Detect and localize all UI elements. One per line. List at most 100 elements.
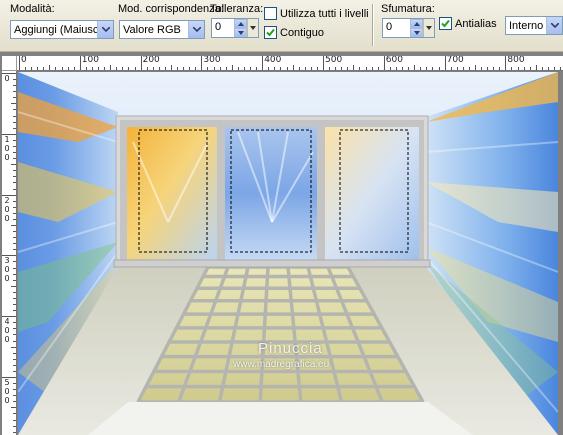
ruler-tick [61, 67, 63, 70]
ruler-tick [91, 67, 93, 70]
mode-dropdown[interactable]: Aggiungi (Maiusc) [10, 20, 114, 39]
tolerance-stepper[interactable] [234, 19, 247, 37]
ruler-tick [116, 67, 118, 70]
ruler-tick [13, 200, 16, 202]
ruler-tick [13, 334, 16, 336]
ruler-tick [231, 65, 233, 70]
ruler-tick [164, 67, 166, 70]
checkbox-box[interactable] [439, 17, 452, 30]
ruler-tick [511, 67, 513, 70]
ruler-tick [13, 304, 16, 306]
ruler-label: 5 [4, 378, 10, 387]
ruler-tick [13, 145, 16, 147]
ruler-tick [11, 407, 16, 409]
ruler-tick [341, 67, 343, 70]
chevron-down-icon[interactable] [188, 21, 204, 38]
ruler-tick [456, 67, 458, 70]
chevron-down-icon[interactable] [546, 17, 562, 34]
ruler-tick [13, 370, 16, 372]
ruler-tick [329, 67, 331, 70]
antialias-checkbox[interactable]: Antialias [439, 17, 497, 30]
ruler-tick [183, 67, 185, 70]
tolerance-slider-button[interactable] [247, 19, 258, 37]
ruler-tick [414, 65, 416, 70]
ruler-label: 0 [21, 56, 27, 65]
ruler-tick [13, 182, 16, 184]
use-all-layers-label: Utilizza tutti i livelli [280, 7, 369, 20]
ruler-tick [475, 65, 476, 70]
ruler-tick [13, 249, 16, 251]
ruler-tick [13, 97, 16, 99]
ruler-tick [560, 67, 562, 70]
ruler-tick [426, 67, 428, 70]
ruler-tick [316, 67, 318, 70]
ruler-label: 0 [4, 387, 10, 396]
arrow-up-icon[interactable] [234, 19, 247, 28]
ruler-tick [554, 67, 556, 70]
match-mode-dropdown[interactable]: Valore RGB [119, 20, 205, 39]
ruler-tick [13, 401, 16, 403]
tolerance-group: Tolleranza: [210, 3, 263, 16]
ruler-tick [225, 67, 227, 70]
horizontal-ruler[interactable]: 0 100 200 300 400 500 600 700 800 [17, 56, 563, 71]
mode-group: Modalità: [10, 3, 55, 16]
image-canvas[interactable]: Pinuccia www.madregrafica.eu [18, 72, 558, 435]
antialias-mode-dropdown[interactable]: Interno [505, 16, 563, 35]
ruler-tick [13, 419, 16, 421]
checkbox-box[interactable] [264, 26, 277, 39]
ruler-tick [13, 352, 16, 354]
ruler-tick [292, 65, 294, 70]
ruler-tick [177, 67, 179, 70]
ruler-tick [13, 322, 16, 324]
ruler-tick [13, 291, 16, 293]
feather-spinner[interactable]: 0 [382, 18, 435, 38]
ruler-tick [256, 67, 258, 70]
ruler-tick [13, 206, 16, 208]
vertical-ruler[interactable]: 0100200300400500 [2, 71, 17, 435]
ruler-label: 0 [4, 204, 10, 214]
feather-label: Sfumatura: [381, 3, 435, 15]
ruler-tick [207, 67, 209, 70]
ruler-tick [13, 139, 16, 141]
ruler-tick [274, 67, 276, 70]
ruler-tick [152, 67, 154, 70]
ruler-tick [359, 67, 361, 70]
arrow-down-icon[interactable] [234, 28, 247, 37]
ruler-tick [444, 56, 446, 70]
ruler-tick [13, 231, 16, 233]
tool-options-bar: Modalità: Aggiungi (Maiusc) Mod. corrisp… [0, 0, 563, 52]
ruler-tick [505, 56, 507, 70]
tolerance-value[interactable]: 0 [212, 19, 234, 37]
match-mode-value: Valore RGB [123, 23, 181, 36]
ruler-tick [13, 243, 16, 245]
ruler-tick [13, 395, 16, 397]
ruler-tick [195, 67, 197, 70]
ruler-tick [13, 364, 16, 366]
ruler-tick [13, 109, 16, 111]
ruler-tick [353, 65, 355, 70]
feather-value[interactable]: 0 [383, 19, 410, 37]
arrow-down-icon[interactable] [410, 28, 423, 37]
arrow-up-icon[interactable] [410, 19, 423, 28]
ruler-tick [13, 279, 16, 281]
canvas-artwork [18, 72, 558, 435]
feather-stepper[interactable] [410, 19, 423, 37]
ruler-tick [13, 310, 16, 312]
tolerance-spinner[interactable]: 0 [211, 18, 259, 38]
ruler-label: 4 [4, 317, 10, 327]
ruler-tick [487, 67, 489, 70]
document-workspace: 0 100 200 300 400 500 600 700 800 01002003004005… [0, 52, 563, 435]
match-mode-group: Mod. corrispondenza: [118, 3, 224, 16]
use-all-layers-checkbox[interactable]: Utilizza tutti i livelli [264, 7, 369, 20]
antialias-label: Antialias [455, 17, 497, 30]
chevron-down-icon[interactable] [97, 21, 113, 38]
ruler-tick [335, 67, 337, 70]
ruler-tick [122, 67, 124, 70]
ruler-tick [19, 56, 20, 70]
ruler-tick [13, 389, 16, 391]
feather-slider-button[interactable] [423, 19, 434, 37]
contiguous-checkbox[interactable]: Contiguo [264, 26, 324, 39]
ruler-tick [13, 383, 16, 385]
checkbox-box[interactable] [264, 7, 277, 20]
ruler-tick [438, 67, 440, 70]
